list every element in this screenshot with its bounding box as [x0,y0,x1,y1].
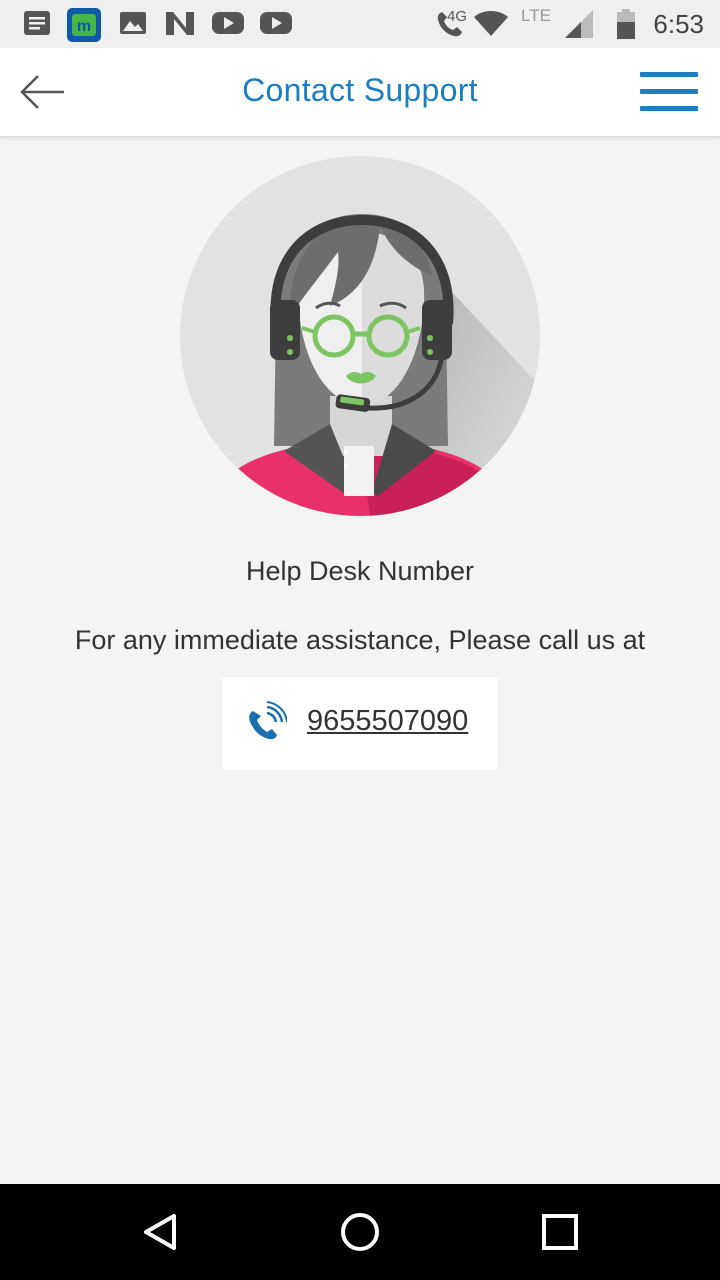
status-bar: m 4G LTE 6:53 [0,0,720,48]
notes-icon [24,11,50,35]
page-title: Contact Support [242,72,478,108]
network-type-label: 4G [447,8,468,25]
nav-home-icon[interactable] [336,1208,384,1256]
app-bar: Contact Support [0,48,720,137]
youtube-icon [212,12,244,34]
call-support-button[interactable]: 9655507090 [223,677,497,769]
battery-icon [617,9,635,39]
menu-bar-line [640,106,698,111]
support-phone-number[interactable]: 9655507090 [307,705,468,738]
signal-icon [565,10,593,38]
support-agent-avatar [180,156,540,516]
help-desk-heading: Help Desk Number [245,556,475,586]
m-app-icon: m [67,8,101,42]
help-desk-description: For any immediate assistance, Please cal… [74,625,646,655]
lte-label: LTE [521,6,551,25]
menu-bar-line [640,72,698,77]
menu-bar-line [640,89,698,94]
youtube-icon [260,12,292,34]
nav-back-icon[interactable] [136,1208,184,1256]
system-nav-bar [0,1184,720,1280]
nav-recents-icon[interactable] [536,1208,584,1256]
svg-text:m: m [77,18,91,35]
phone-call-icon [249,701,287,740]
n-app-icon [166,12,194,35]
wifi-icon [474,11,508,36]
menu-button[interactable] [640,70,700,114]
image-icon [120,12,146,34]
status-time: 6:53 [653,9,704,39]
